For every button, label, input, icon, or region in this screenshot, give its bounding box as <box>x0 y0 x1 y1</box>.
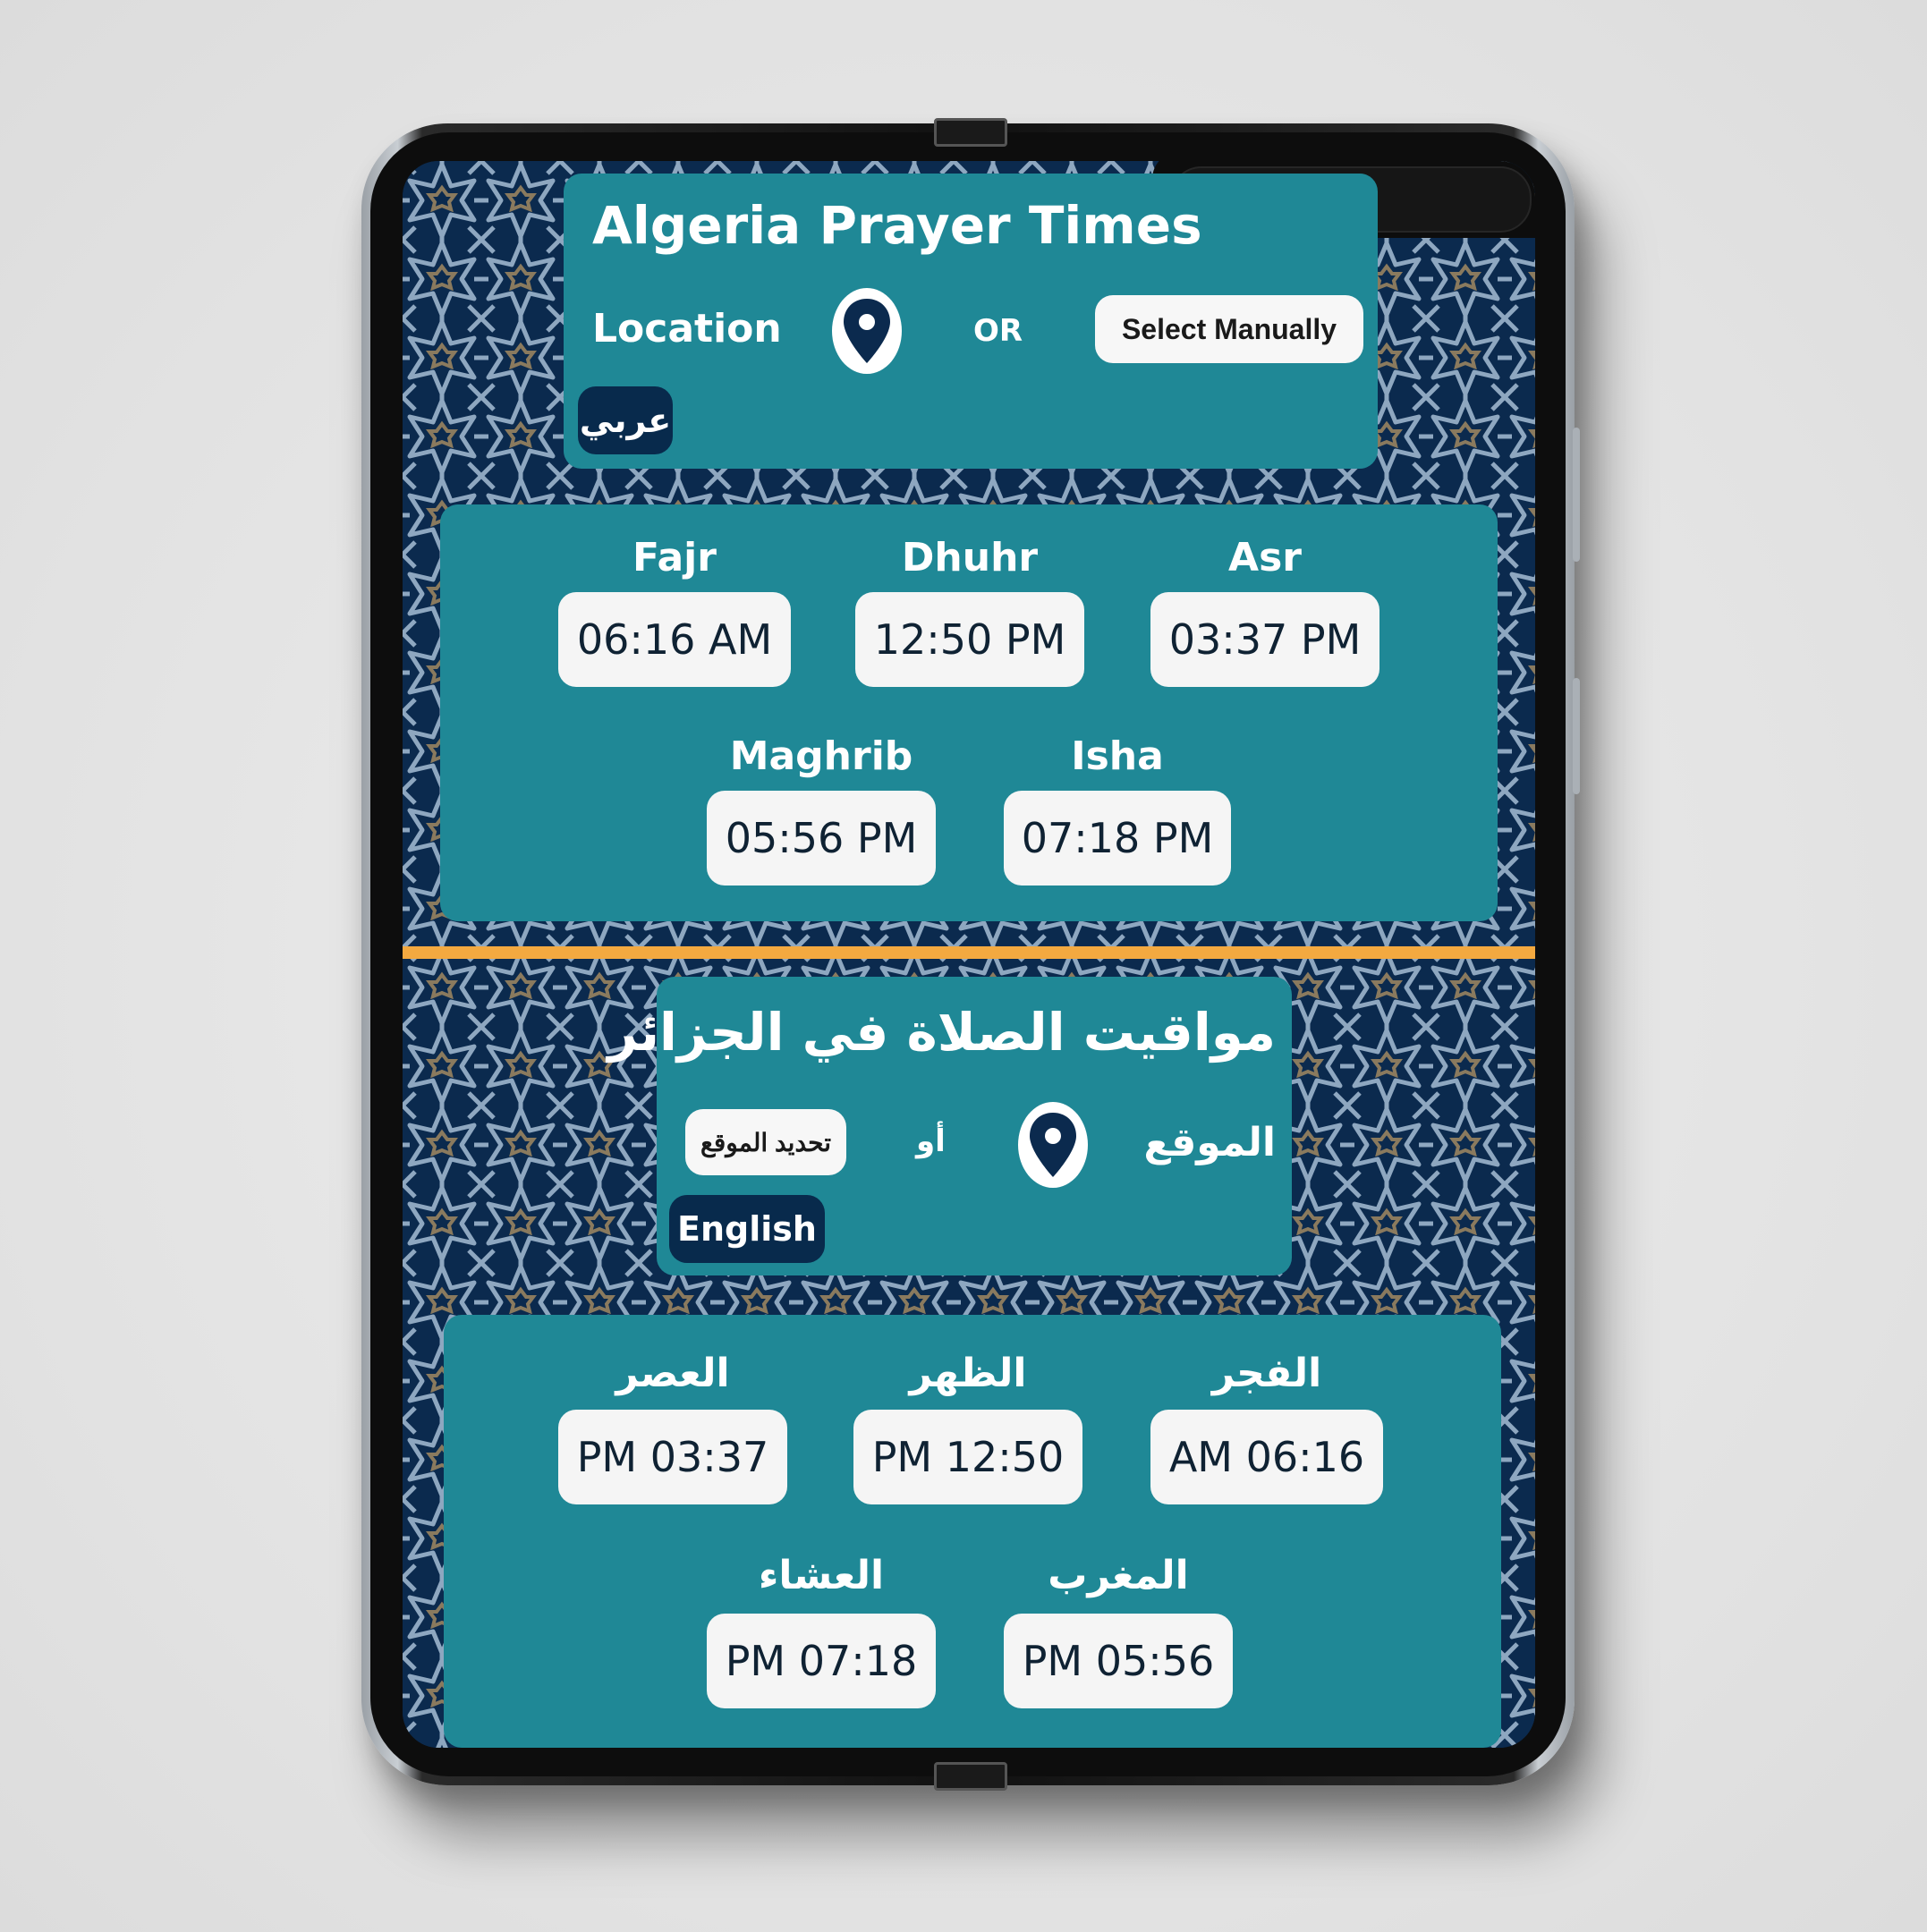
prayer-time-maghrib-arabic: PM 05:56 <box>1004 1614 1233 1708</box>
prayer-time-fajr: 06:16 AM <box>558 592 791 687</box>
prayer-name-isha: Isha <box>1071 733 1164 779</box>
prayer-name-dhuhr-arabic: الظهر <box>909 1351 1027 1396</box>
prayer-time-asr-arabic: PM 03:37 <box>558 1410 787 1504</box>
page-title: Algeria Prayer Times <box>592 195 1202 256</box>
prayer-time-fajr-arabic: AM 06:16 <box>1150 1410 1383 1504</box>
header-panel-english: Algeria Prayer Times Location OR Select … <box>564 174 1378 469</box>
prayer-name-maghrib-arabic: المغرب <box>1048 1553 1189 1598</box>
prayer-times-panel-english: Fajr 06:16 AM Dhuhr 12:50 PM Asr 03:37 P… <box>440 504 1498 921</box>
prayer-name-dhuhr: Dhuhr <box>901 535 1039 580</box>
stage: Algeria Prayer Times Location OR Select … <box>0 0 1927 1932</box>
hinge-bottom <box>934 1762 1007 1791</box>
prayer-time-dhuhr-arabic: PM 12:50 <box>853 1410 1082 1504</box>
volume-button <box>1573 428 1580 562</box>
prayer-time-dhuhr: 12:50 PM <box>855 592 1084 687</box>
prayer-time-isha-arabic: PM 07:18 <box>707 1614 936 1708</box>
map-pin-icon[interactable] <box>832 288 902 374</box>
prayer-name-fajr-arabic: الفجر <box>1211 1351 1322 1396</box>
power-button <box>1573 678 1580 794</box>
select-manually-button[interactable]: Select Manually <box>1095 295 1363 363</box>
language-toggle-english-button[interactable]: English <box>669 1195 825 1263</box>
prayer-name-fajr: Fajr <box>632 535 717 580</box>
language-toggle-arabic-button[interactable]: عربي <box>578 386 673 454</box>
page-title-arabic: مواقيت الصلاة في الجزائر <box>607 1002 1276 1063</box>
header-panel-arabic: مواقيت الصلاة في الجزائر الموقع أو تحديد… <box>607 977 1292 1275</box>
location-label: Location <box>592 306 782 352</box>
prayer-time-asr: 03:37 PM <box>1150 592 1379 687</box>
prayer-name-asr: Asr <box>1228 535 1302 580</box>
app-screen: Algeria Prayer Times Location OR Select … <box>403 161 1535 1748</box>
fold-divider <box>403 946 1535 959</box>
map-pin-icon[interactable] <box>1018 1102 1088 1188</box>
location-label-arabic: الموقع <box>1143 1120 1276 1165</box>
hinge-top <box>934 118 1007 147</box>
or-label-arabic: أو <box>916 1123 946 1159</box>
prayer-time-maghrib: 05:56 PM <box>707 791 936 886</box>
prayer-name-isha-arabic: العشاء <box>758 1553 885 1598</box>
select-location-button-arabic[interactable]: تحديد الموقع <box>685 1109 846 1175</box>
prayer-times-panel-arabic: الفجر AM 06:16 الظهر PM 12:50 العصر PM 0… <box>444 1315 1501 1748</box>
prayer-time-isha: 07:18 PM <box>1004 791 1231 886</box>
prayer-name-maghrib: Maghrib <box>729 733 913 779</box>
or-label: OR <box>973 313 1023 349</box>
prayer-name-asr-arabic: العصر <box>615 1351 730 1396</box>
